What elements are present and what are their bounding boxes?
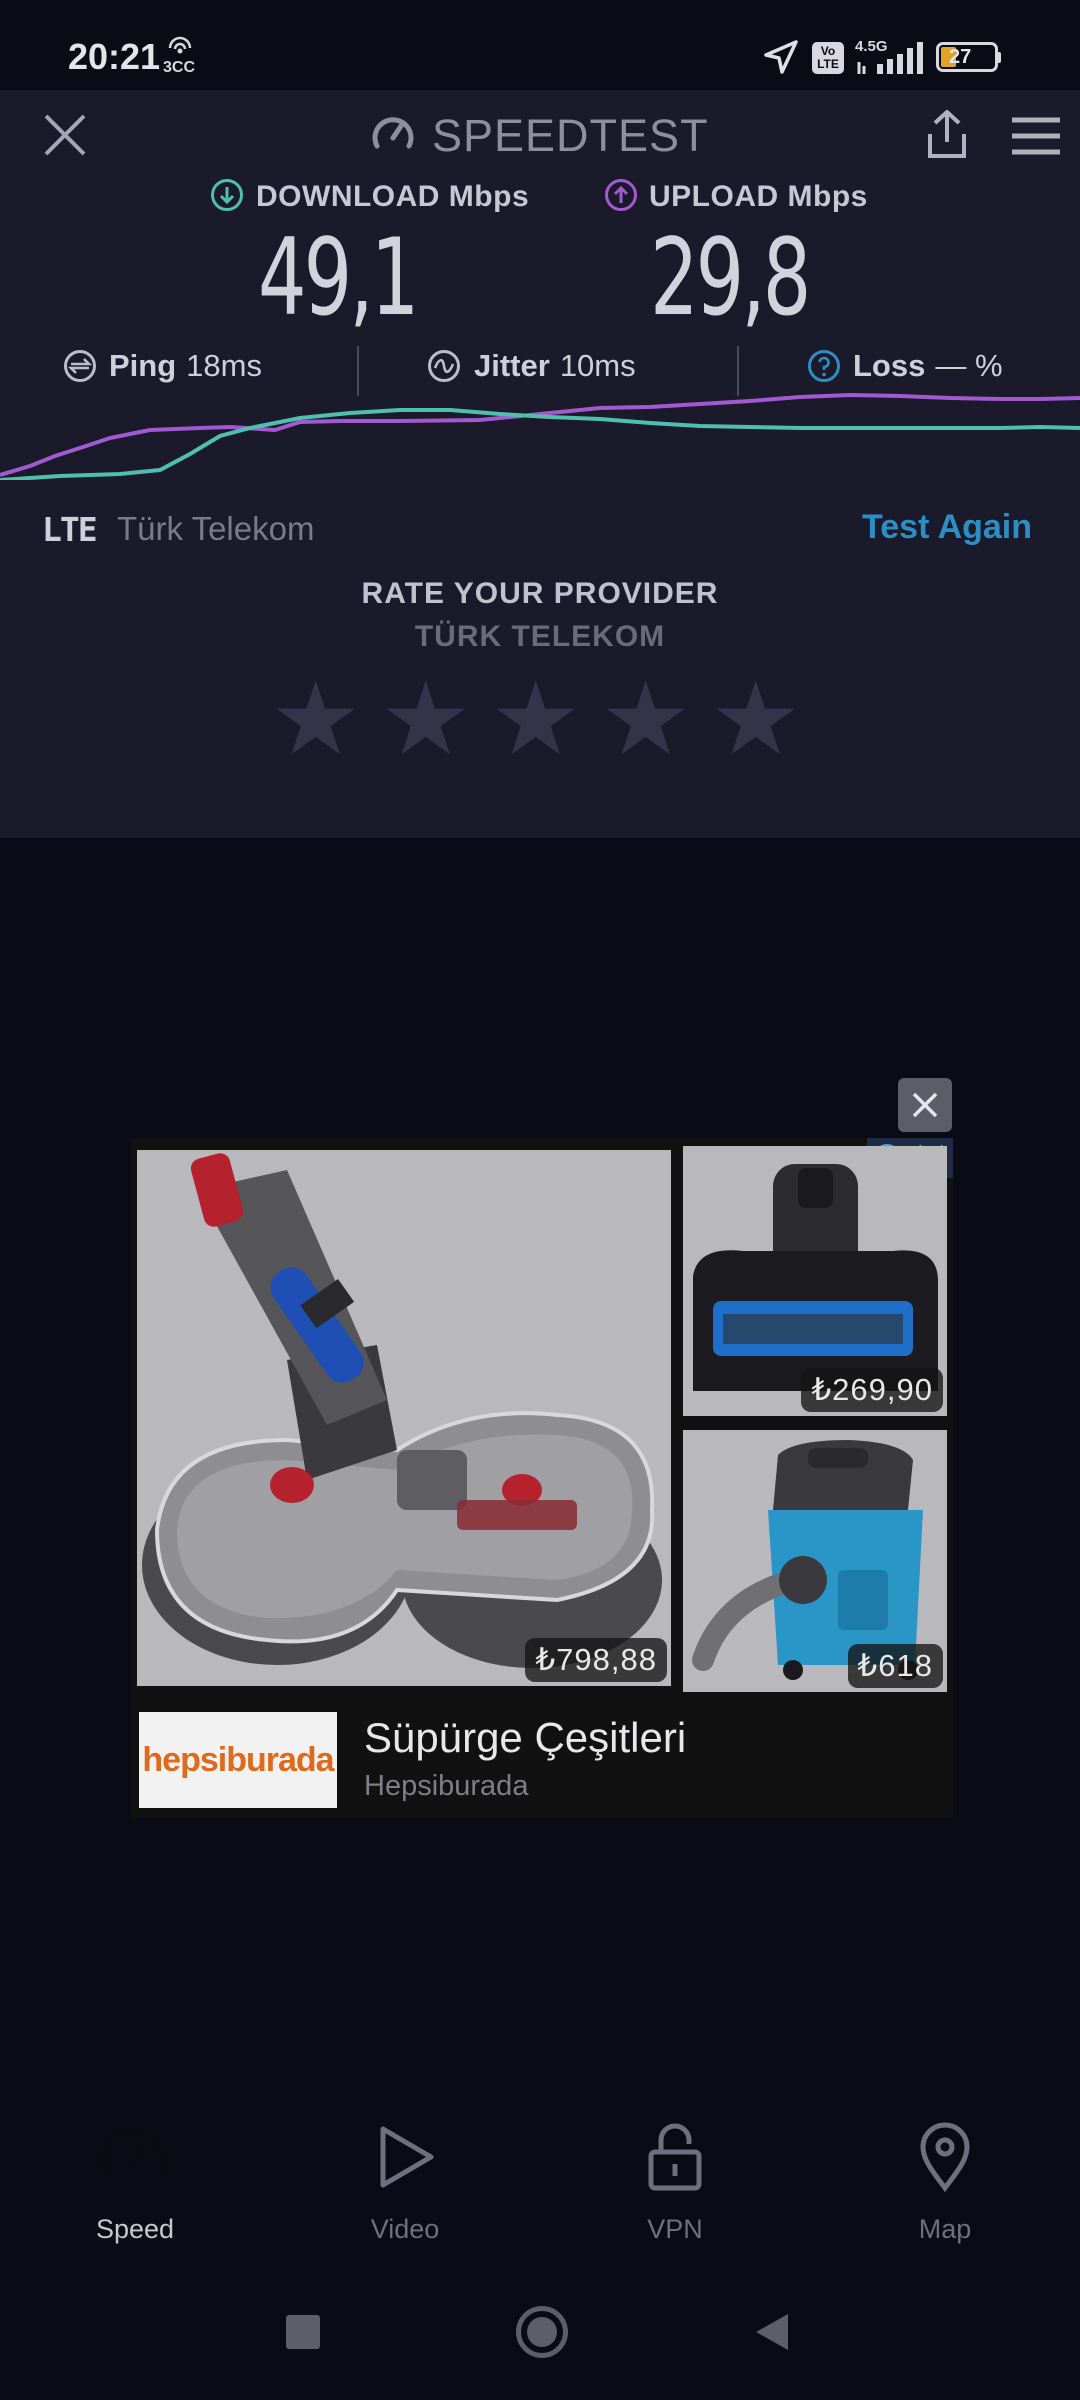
speedtest-logo-icon [370,112,416,163]
status-clock: 20:21 [68,36,161,77]
ad-price-top-right: ₺269,90 [801,1368,943,1412]
upload-label: UPLOAD Mbps [649,180,868,213]
star-1-button[interactable]: ★ [270,668,361,770]
ad-product-image-top-right[interactable]: ₺269,90 [683,1146,947,1416]
loss-value: — % [935,348,1003,383]
star-2-button[interactable]: ★ [380,668,471,770]
menu-button[interactable] [1010,116,1062,156]
nav-label-map: Map [918,2214,972,2244]
nav-label-video: Video [370,2214,440,2244]
jitter-icon [427,349,461,388]
play-icon [380,2126,434,2188]
status-3cc-label: 3CC [163,59,196,76]
speedometer-icon [101,2127,169,2178]
jitter-stat: Jitter 10ms [474,348,636,384]
home-button[interactable] [516,2306,568,2358]
mop-head-illustration [142,1153,662,1668]
rate-provider-title: RATE YOUR PROVIDER [361,577,719,610]
star-3-button[interactable]: ★ [490,668,581,770]
recents-button[interactable] [286,2315,320,2349]
status-bar: 20:21 3CC Vo LTE 4.5G 27 [0,0,1080,90]
test-again-button[interactable]: Test Again [862,508,1032,547]
close-icon [44,114,86,156]
close-icon [912,1092,938,1118]
system-nav-bar [0,2290,1080,2380]
provider-name: Türk Telekom [117,510,315,547]
battery-level: 27 [949,46,972,68]
ad-price-main: ₺798,88 [525,1638,667,1682]
share-icon [928,110,966,158]
ad-brand-logo-text: hepsiburada [142,1740,334,1779]
app-title: SPEEDTEST [432,110,709,161]
question-circle-icon [808,350,840,382]
speedtest-result-panel: SPEEDTEST DOWNLOAD Mbps UPLOAD Mbps 49,1… [0,90,1080,838]
upload-arrow-icon [604,178,638,217]
jitter-label: Jitter [474,348,550,383]
upload-graph-line [0,392,1080,477]
ping-value: 18ms [186,348,262,383]
nav-item-video[interactable]: Video [325,2120,485,2244]
star-4-button[interactable]: ★ [600,668,691,770]
hotspot-icon [164,36,196,60]
ad-close-button[interactable] [898,1078,952,1132]
share-button[interactable] [922,108,972,160]
close-button[interactable] [42,112,88,158]
bottom-nav: Speed Video VPN Map [0,2120,1080,2244]
speed-graph [0,392,1080,480]
volte-label: Vo LTE [817,44,839,71]
ad-product-image-bottom-right[interactable]: ₺618 [683,1430,947,1692]
ping-icon [63,349,97,388]
jitter-value: 10ms [559,348,636,383]
loss-label: Loss [853,348,926,383]
download-arrow-icon [210,178,244,217]
download-value: 49,1 [258,216,419,339]
home-button-inner [527,2317,557,2347]
ad-advertiser: Hepsiburada [364,1770,529,1802]
ad-brand-logo[interactable]: hepsiburada [139,1712,337,1808]
loss-info-button[interactable] [807,349,841,388]
ad-banner[interactable]: ₺798,88 ₺269,90 ₺618 hepsiburada Süpürge… [131,1138,953,1818]
stat-divider [737,346,739,396]
download-label: DOWNLOAD Mbps [256,180,530,213]
rate-provider-name: TÜRK TELEKOM [414,620,666,653]
nav-item-map[interactable]: Map [865,2120,1025,2244]
back-button[interactable] [752,2312,792,2357]
hamburger-menu-icon [1012,117,1060,155]
upload-value: 29,8 [650,216,811,339]
ad-price-bottom-right: ₺618 [847,1644,943,1688]
ping-stat: Ping 18ms [109,348,262,384]
signal-icon [855,40,925,81]
loss-stat: Loss — % [853,348,1003,384]
download-graph-line [0,408,1080,480]
map-pin-icon [920,2122,970,2192]
lock-icon [648,2123,702,2191]
nav-item-vpn[interactable]: VPN [595,2120,755,2244]
volte-badge: Vo LTE [812,42,844,74]
nav-label-vpn: VPN [647,2214,703,2244]
back-triangle-icon [756,2314,788,2350]
stat-divider [357,346,359,396]
location-arrow-icon [762,38,800,81]
nav-label-speed: Speed [95,2214,175,2244]
nav-item-speed[interactable]: Speed [55,2120,215,2244]
ad-headline[interactable]: Süpürge Çeşitleri [364,1714,686,1762]
battery-icon: 27 [936,42,1001,72]
ping-label: Ping [109,348,177,383]
ad-product-image-main[interactable]: ₺798,88 [137,1150,671,1686]
star-5-button[interactable]: ★ [710,668,801,770]
connection-type: LTE [42,510,98,549]
battery-tip [997,52,1001,63]
star-rating: ★ ★ ★ ★ ★ [270,668,810,778]
